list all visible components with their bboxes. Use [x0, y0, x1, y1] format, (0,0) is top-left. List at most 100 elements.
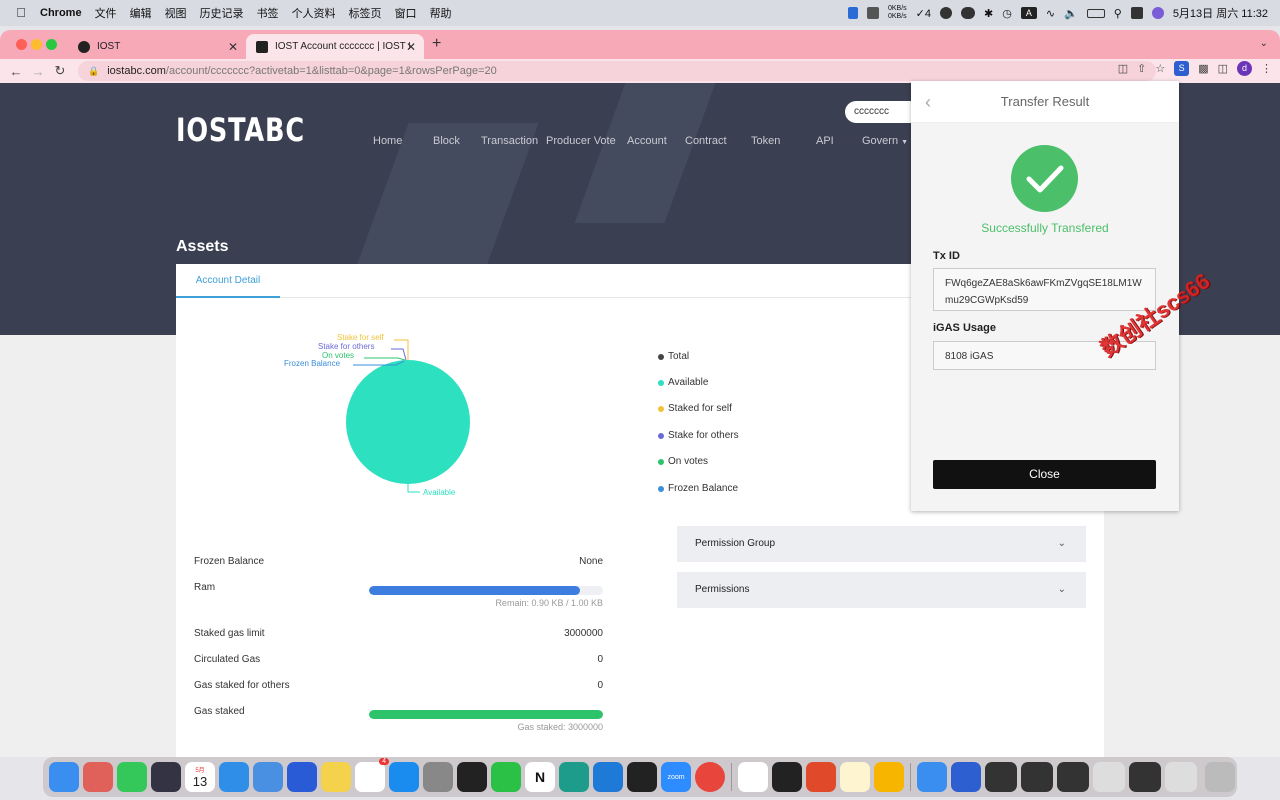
close-button[interactable]: Close: [933, 460, 1156, 489]
network-speed[interactable]: 0KB/s 0KB/s: [888, 5, 907, 21]
close-tab-icon[interactable]: ✕: [406, 40, 416, 54]
menu-view[interactable]: 视图: [165, 5, 187, 21]
iu-app-icon[interactable]: [917, 762, 947, 792]
control-center-icon[interactable]: [1130, 7, 1143, 19]
activity-monitor-icon[interactable]: [772, 762, 802, 792]
wifi-icon[interactable]: ∿: [1046, 7, 1055, 20]
maximize-window-button[interactable]: [46, 39, 57, 50]
menu-history[interactable]: 历史记录: [200, 5, 244, 21]
safari-icon[interactable]: [219, 762, 249, 792]
side-panel-icon[interactable]: ◫: [1218, 62, 1228, 75]
chrome-icon[interactable]: [695, 762, 725, 792]
close-tab-icon[interactable]: ✕: [228, 40, 238, 54]
legend-total[interactable]: Total: [658, 351, 689, 362]
messages-icon[interactable]: [117, 762, 147, 792]
trash-icon[interactable]: [1205, 762, 1235, 792]
remote-desktop-icon[interactable]: [806, 762, 836, 792]
reload-icon[interactable]: ↻: [49, 63, 71, 79]
mail-icon[interactable]: [253, 762, 283, 792]
window-thumbnail-icon[interactable]: [1057, 762, 1089, 792]
nav-producer-vote[interactable]: Producer Vote: [546, 135, 616, 147]
tab-iost-account[interactable]: IOST Account ccccccc | IOST E ✕: [246, 34, 424, 59]
wechat-icon[interactable]: [491, 762, 521, 792]
nav-transaction[interactable]: Transaction: [481, 135, 538, 147]
input-method-icon[interactable]: A: [1020, 7, 1037, 19]
nav-home[interactable]: Home: [373, 135, 402, 147]
window-thumbnail-icon[interactable]: [985, 762, 1017, 792]
extensions-puzzle-icon[interactable]: ▩: [1198, 62, 1208, 75]
menu-bookmarks[interactable]: 书签: [257, 5, 279, 21]
wechat-icon[interactable]: [961, 7, 975, 19]
chrome-menu-icon[interactable]: ⋮: [1261, 62, 1272, 75]
profile-avatar[interactable]: d: [1237, 61, 1252, 76]
nav-token[interactable]: Token: [751, 135, 780, 147]
vscode-icon[interactable]: [593, 762, 623, 792]
new-tab-icon[interactable]: +: [432, 35, 441, 53]
spotlight-search-icon[interactable]: ⚲: [1114, 7, 1122, 20]
tab-iost[interactable]: IOST ✕: [68, 34, 246, 59]
legend-on-votes[interactable]: On votes: [658, 456, 708, 467]
tab-search-chevron-icon[interactable]: ⌄: [1260, 38, 1268, 49]
notes-icon[interactable]: [321, 762, 351, 792]
zoom-icon[interactable]: zoom: [661, 762, 691, 792]
menu-edit[interactable]: 编辑: [130, 5, 152, 21]
clock[interactable]: 5月13日 周六 11:32: [1173, 5, 1268, 21]
bluetooth-icon[interactable]: ✱: [984, 7, 993, 20]
legend-available[interactable]: Available: [658, 377, 708, 388]
tasks-check-icon[interactable]: ✓4: [916, 7, 931, 20]
legend-staked-self[interactable]: Staked for self: [658, 403, 732, 414]
app-menu-chrome[interactable]: Chrome: [40, 7, 82, 19]
siri-icon[interactable]: [1151, 7, 1164, 19]
calendar-icon[interactable]: 5月 13: [185, 762, 215, 792]
nav-api[interactable]: API: [816, 135, 834, 147]
menu-profiles[interactable]: 个人资料: [292, 5, 336, 21]
nav-contract[interactable]: Contract: [685, 135, 727, 147]
menu-tab[interactable]: 标签页: [349, 5, 382, 21]
nav-account[interactable]: Account: [627, 135, 667, 147]
address-bar[interactable]: 🔒 iostabc.com/account/ccccccc?activetab=…: [78, 61, 1156, 81]
system-settings-icon[interactable]: [423, 762, 453, 792]
minimize-window-button[interactable]: [31, 39, 42, 50]
reminders-icon[interactable]: 4: [355, 758, 389, 792]
slack-icon[interactable]: [738, 762, 768, 792]
back-arrow-icon[interactable]: ←: [5, 64, 27, 79]
time-machine-icon[interactable]: ◷: [1002, 7, 1012, 20]
window-thumbnail-icon[interactable]: [1129, 762, 1161, 792]
bookmark-star-icon[interactable]: ☆: [1155, 62, 1165, 75]
battery-icon[interactable]: [1086, 8, 1105, 18]
legend-frozen[interactable]: Frozen Balance: [658, 483, 738, 494]
launchpad-icon[interactable]: [83, 762, 113, 792]
forward-arrow-icon[interactable]: →: [27, 64, 49, 79]
battery-monitor-icon[interactable]: [847, 7, 858, 19]
terminal-icon[interactable]: [457, 762, 487, 792]
extension-s-icon[interactable]: S: [1174, 61, 1190, 76]
window-thumbnail-icon[interactable]: [1021, 762, 1053, 792]
tab-account-detail[interactable]: Account Detail: [176, 264, 280, 298]
sketch-icon[interactable]: [874, 762, 904, 792]
permissions-accordion[interactable]: Permissions ⌄: [677, 572, 1086, 608]
paw-icon[interactable]: [840, 762, 870, 792]
txid-field[interactable]: FWq6geZAE8aSk6awFKmZVgqSE18LM1Wmu29CGWpK…: [933, 268, 1156, 311]
back-chevron-icon[interactable]: ‹: [925, 81, 931, 123]
permission-group-accordion[interactable]: Permission Group ⌄: [677, 526, 1086, 562]
app-store-icon[interactable]: [389, 762, 419, 792]
apple-menu-icon[interactable]: : [14, 6, 28, 20]
window-thumbnail-icon[interactable]: [1165, 762, 1197, 792]
finder-icon[interactable]: [49, 762, 79, 792]
s-app-icon[interactable]: [951, 762, 981, 792]
notion-icon[interactable]: N: [525, 762, 555, 792]
close-window-button[interactable]: [16, 39, 27, 50]
shield-icon[interactable]: [866, 7, 879, 19]
site-logo[interactable]: IOSTABC: [176, 111, 305, 149]
menu-help[interactable]: 帮助: [430, 5, 452, 21]
window-thumbnail-icon[interactable]: [1093, 762, 1125, 792]
menu-window[interactable]: 窗口: [395, 5, 417, 21]
menu-file[interactable]: 文件: [95, 5, 117, 21]
figma-icon[interactable]: [627, 762, 657, 792]
lock-icon[interactable]: 🔒: [88, 66, 99, 77]
edge-icon[interactable]: [559, 762, 589, 792]
bird-icon[interactable]: [940, 7, 952, 19]
volume-icon[interactable]: 🔈: [1064, 7, 1078, 20]
legend-stake-others[interactable]: Stake for others: [658, 430, 739, 441]
nav-govern[interactable]: Govern ▼: [862, 135, 908, 147]
